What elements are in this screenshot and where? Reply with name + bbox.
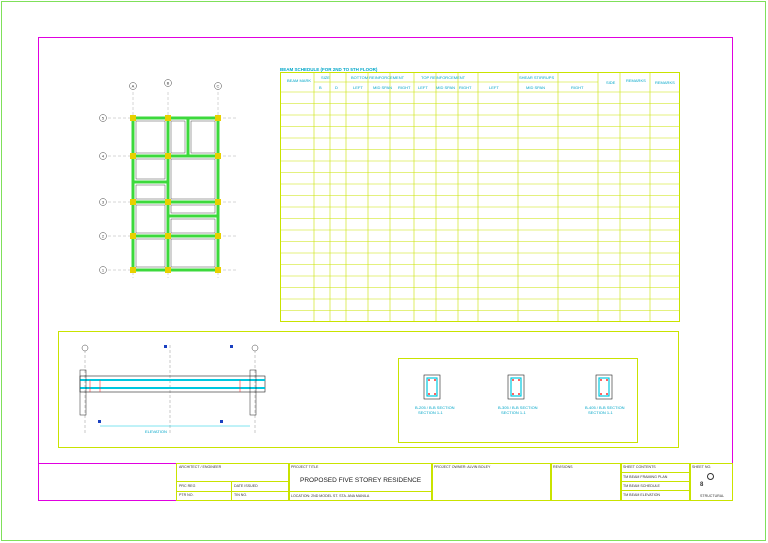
tb-divider (289, 491, 432, 492)
hdr-b: B (319, 85, 322, 90)
tb-tin-no: TIN NO. (234, 493, 248, 497)
tb-divider (176, 481, 289, 482)
hdr-stirrups: SHEAR STIRRUPS (519, 75, 555, 80)
tb-divider (621, 481, 690, 482)
elevation-caption: ELEVATION (145, 429, 167, 434)
tb-divider (621, 472, 690, 473)
section-drawings (423, 374, 613, 400)
tb-content-item: TM BEAM FRAMING PLAN (623, 475, 668, 479)
tb-content-item: TM BEAM SCHEDULE (623, 484, 660, 488)
sheet-mark-icon (707, 473, 714, 480)
hdr-mid: MID SPAN (436, 85, 456, 90)
hdr-top: TOP REINFORCEMENT (421, 75, 466, 80)
hdr-remarks: REMARKS (626, 78, 646, 83)
section-sub: SECTION 1-1 (501, 410, 526, 415)
tb-content-item: TM BEAM ELEVATION (623, 493, 661, 497)
grid-letter: C (217, 84, 220, 89)
tb-divider (231, 481, 232, 501)
section-sub: SECTION 1-1 (588, 410, 613, 415)
tb-project-title-label: PROJECT TITLE (291, 465, 319, 469)
tb-date-issued: DATE ISSUED (234, 484, 258, 488)
tb-architect: ARCHITECT / ENGINEER (179, 465, 222, 469)
tb-ptr-no: PTR NO. (179, 493, 194, 497)
hdr-left: LEFT (489, 85, 499, 90)
section-sub: SECTION 1-1 (418, 410, 443, 415)
framing-plan: A B C 5 4 3 2 1 (99, 79, 238, 278)
tb-prc-reg: PRC REG (179, 484, 196, 488)
grid-letter: A (132, 84, 135, 89)
tb-sheet-no-label: SHEET NO. (692, 465, 712, 469)
tb-revisions: REVISIONS (553, 465, 573, 469)
project-title: PROPOSED FIVE STOREY RESIDENCE (300, 477, 422, 484)
hdr-d: D (335, 85, 338, 90)
tb-location: LOCATION: 2ND MODEL ST. STA. ANA MANILA (291, 494, 370, 498)
beam-elevation (79, 344, 266, 435)
hdr-left: LEFT (353, 85, 363, 90)
hdr-bottom: BOTTOM REINFORCEMENT (351, 75, 405, 80)
hdr-mid: MID SPAN (373, 85, 393, 90)
hdr-left: LEFT (418, 85, 428, 90)
tb-owner: PROJECT OWNER: ALVIN BOLEY (434, 465, 491, 469)
hdr-right: RIGHT (571, 85, 584, 90)
tb-sheet-no: 8 (700, 482, 704, 488)
hdr-remarks-2: REMARKS (655, 80, 675, 85)
hdr-beam-mark: BEAM MARK (287, 78, 312, 83)
tb-discipline: STRUCTURAL (700, 494, 725, 498)
hdr-right: RIGHT (459, 85, 472, 90)
hdr-mid: MID SPAN (526, 85, 546, 90)
tb-divider (621, 490, 690, 491)
beam-schedule-table: BEAM MARK SIZE B D BOTTOM REINFORCEMENT … (280, 72, 680, 322)
tb-divider (176, 491, 289, 492)
grid-letter: B (167, 81, 170, 86)
tb-sheet-contents: SHEET CONTENTS (623, 465, 656, 469)
hdr-size: SIZE (321, 75, 330, 80)
hdr-side: SIDE (606, 80, 616, 85)
hdr-right: RIGHT (398, 85, 411, 90)
